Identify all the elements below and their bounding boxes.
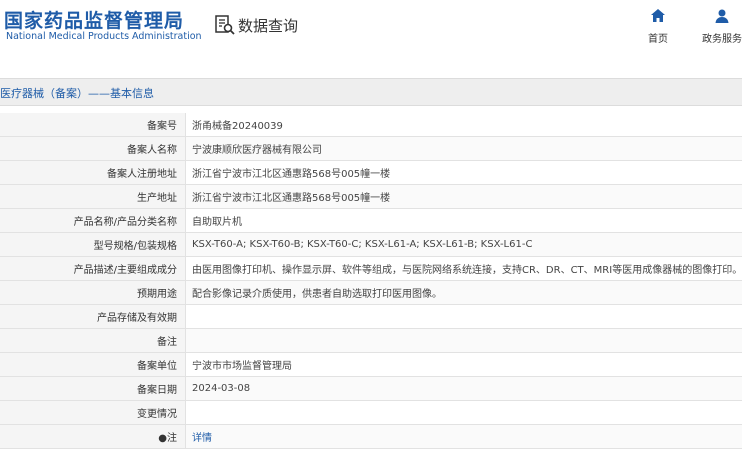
row-label: 产品描述/主要组成成分	[0, 256, 186, 281]
row-value: 浙江省宁波市江北区通惠路568号005幢一楼	[185, 160, 742, 185]
table-row: 备案人注册地址 浙江省宁波市江北区通惠路568号005幢一楼	[0, 160, 742, 185]
nav-home-label: 首页	[648, 34, 668, 45]
row-value: 浙甬械备20240039	[185, 113, 742, 137]
row-label: 备注	[0, 328, 186, 353]
table-row: 备案日期 2024-03-08	[0, 376, 742, 401]
table-row: 备案单位 宁波市市场监督管理局	[0, 352, 742, 377]
table-row: 备案人名称 宁波康顺欣医疗器械有限公司	[0, 136, 742, 161]
row-label: 备案人注册地址	[0, 160, 186, 185]
row-label: 备案号	[0, 113, 186, 137]
data-query-label: 数据查询	[238, 16, 299, 35]
home-icon	[651, 9, 665, 22]
row-value: 浙江省宁波市江北区通惠路568号005幢一楼	[185, 184, 742, 209]
site-header: 国家药品监督管理局 National Medical Products Admi…	[0, 0, 742, 70]
row-label: 产品名称/产品分类名称	[0, 208, 186, 233]
row-value	[185, 304, 742, 329]
row-value: 自助取片机	[185, 208, 742, 233]
row-label: 备案单位	[0, 352, 186, 377]
row-label: 型号规格/包装规格	[0, 232, 186, 257]
row-label: 备案日期	[0, 376, 186, 401]
row-label: 生产地址	[0, 184, 186, 209]
row-label: ●注	[0, 424, 186, 449]
section-title: 医疗器械（备案）——基本信息	[0, 87, 154, 100]
table-row: 产品存储及有效期	[0, 304, 742, 329]
data-query-link[interactable]: 数据查询	[214, 14, 298, 36]
row-label: 产品存储及有效期	[0, 304, 186, 329]
row-value: 配合影像记录介质使用，供患者自助选取打印医用图像。	[185, 280, 742, 305]
row-value: 详情	[185, 424, 742, 449]
row-label: 变更情况	[0, 400, 186, 425]
user-icon	[715, 9, 729, 23]
nav-home[interactable]: 首页	[648, 8, 668, 45]
row-value: 宁波康顺欣医疗器械有限公司	[185, 136, 742, 161]
table-row: 备注	[0, 328, 742, 353]
row-value: 由医用图像打印机、操作显示屏、软件等组成，与医院网络系统连接，支持CR、DR、C…	[185, 256, 742, 281]
document-search-icon	[215, 15, 235, 35]
table-row: 生产地址 浙江省宁波市江北区通惠路568号005幢一楼	[0, 184, 742, 209]
table-row: 备案号 浙甬械备20240039	[0, 113, 742, 137]
row-label: 预期用途	[0, 280, 186, 305]
row-value: 宁波市市场监督管理局	[185, 352, 742, 377]
table-row: ●注 详情	[0, 424, 742, 449]
table-row: 产品名称/产品分类名称 自助取片机	[0, 208, 742, 233]
row-value: KSX-T60-A; KSX-T60-B; KSX-T60-C; KSX-L61…	[185, 232, 742, 257]
table-row: 预期用途 配合影像记录介质使用，供患者自助选取打印医用图像。	[0, 280, 742, 305]
row-value	[185, 328, 742, 353]
row-value: 2024-03-08	[185, 376, 742, 401]
nav-gov-label: 政务服务	[702, 34, 742, 45]
detail-table: 备案号 浙甬械备20240039 备案人名称 宁波康顺欣医疗器械有限公司 备案人…	[0, 113, 742, 449]
row-label: 备案人名称	[0, 136, 186, 161]
site-logo-cn[interactable]: 国家药品监督管理局	[4, 6, 184, 33]
section-header: 医疗器械（备案）——基本信息	[0, 78, 742, 106]
table-row: 产品描述/主要组成成分 由医用图像打印机、操作显示屏、软件等组成，与医院网络系统…	[0, 256, 742, 281]
nav-gov-service[interactable]: 政务服务	[702, 8, 742, 45]
table-row: 型号规格/包装规格 KSX-T60-A; KSX-T60-B; KSX-T60-…	[0, 232, 742, 257]
detail-link[interactable]: 详情	[192, 433, 212, 444]
table-row: 变更情况	[0, 400, 742, 425]
site-logo-en[interactable]: National Medical Products Administration	[6, 31, 202, 42]
row-value	[185, 400, 742, 425]
